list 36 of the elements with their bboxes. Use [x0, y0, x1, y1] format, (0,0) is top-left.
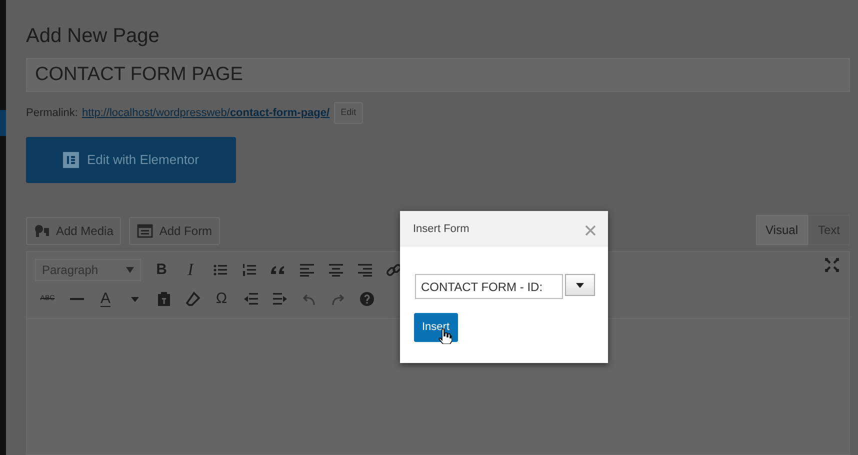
caret-icon	[576, 282, 584, 288]
permalink-link[interactable]: http://localhost/wordpressweb/contact-form-page/	[82, 104, 330, 121]
elementor-icon	[63, 152, 79, 168]
toolbar-button[interactable]: Ω	[209, 287, 234, 311]
editor-body[interactable]	[26, 318, 850, 455]
media-icon	[34, 224, 50, 238]
toolbar-button[interactable]: I	[178, 258, 203, 282]
permalink-label: Permalink:	[26, 106, 78, 120]
media-button[interactable]: Add Form	[129, 216, 220, 244]
align-right-icon	[356, 262, 372, 278]
form-select[interactable]: CONTACT FORM - ID:	[415, 274, 563, 299]
editor-tab[interactable]: Visual	[756, 214, 808, 244]
help-icon	[358, 291, 374, 307]
toolbar-button[interactable]: A	[93, 287, 118, 311]
align-left-icon	[298, 262, 314, 278]
numbered-list-icon	[240, 262, 256, 278]
toolbar-button[interactable]: B	[149, 258, 174, 282]
caret-icon	[126, 267, 134, 273]
media-button[interactable]: Add Media	[26, 216, 122, 244]
outdent-icon	[242, 291, 258, 307]
eraser-icon	[184, 291, 200, 307]
clipboard-icon	[156, 291, 172, 307]
dialog-title: Insert Form	[413, 222, 470, 237]
dropdown-button[interactable]	[565, 274, 595, 296]
elementor-button[interactable]: Edit with Elementor	[26, 136, 236, 182]
page-heading: Add New Page	[26, 24, 160, 49]
edit-button[interactable]: Edit	[334, 102, 364, 124]
close-icon[interactable]	[585, 224, 596, 236]
title-field[interactable]: CONTACT FORM PAGE	[26, 58, 850, 92]
align-center-icon	[328, 262, 344, 278]
indent-icon	[272, 291, 288, 307]
form-icon	[137, 224, 154, 238]
fullscreen-icon[interactable]	[825, 258, 839, 272]
insert-button[interactable]: Insert	[414, 313, 458, 342]
link-icon	[386, 262, 402, 278]
bullet-list-icon	[212, 262, 228, 278]
